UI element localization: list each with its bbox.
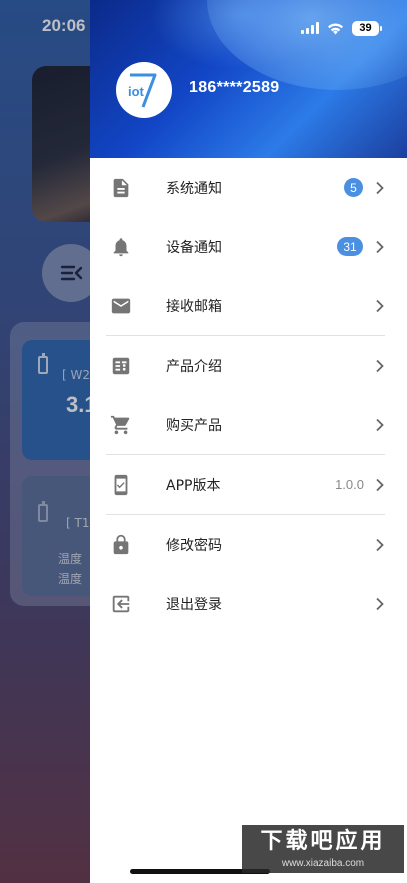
- wifi-icon: [328, 22, 343, 34]
- chevron-right-icon: [376, 299, 384, 312]
- app-version-value: 1.0.0: [335, 477, 364, 492]
- menu-item-label: 接收邮箱: [166, 298, 222, 315]
- menu-item-receive-email[interactable]: 接收邮箱: [106, 276, 387, 335]
- menu-item-buy-product[interactable]: 购买产品: [106, 395, 387, 454]
- unread-badge: 31: [337, 237, 363, 256]
- chevron-right-icon: [376, 181, 384, 194]
- watermark: 下载吧应用 www.xiazaiba.com: [242, 825, 404, 873]
- cart-icon: [108, 412, 134, 438]
- menu-item-label: 设备通知: [166, 239, 222, 256]
- drawer-menu: 系统通知 5 设备通知 31 接收邮箱 产品介绍 购买产品 APP版本 1.0.…: [90, 158, 407, 633]
- list-icon: [108, 353, 134, 379]
- menu-item-change-password[interactable]: 修改密码: [106, 515, 387, 574]
- menu-item-system-notifications[interactable]: 系统通知 5: [106, 158, 387, 217]
- logout-icon: [108, 591, 134, 617]
- watermark-title: 下载吧应用: [260, 829, 386, 854]
- menu-item-logout[interactable]: 退出登录: [106, 574, 387, 633]
- svg-text:iot: iot: [128, 84, 145, 99]
- menu-item-label: 修改密码: [166, 537, 222, 554]
- menu-item-device-notifications[interactable]: 设备通知 31: [106, 217, 387, 276]
- chevron-right-icon: [376, 597, 384, 610]
- menu-item-label: APP版本: [166, 477, 221, 494]
- menu-item-label: 系统通知: [166, 180, 222, 197]
- menu-item-label: 退出登录: [166, 596, 222, 613]
- menu-item-label: 购买产品: [166, 417, 222, 434]
- watermark-url: www.xiazaiba.com: [281, 858, 365, 869]
- chevron-right-icon: [376, 538, 384, 551]
- phone-check-icon: [108, 472, 134, 498]
- avatar[interactable]: iot: [116, 62, 172, 118]
- menu-item-app-version[interactable]: APP版本 1.0.0: [106, 455, 387, 514]
- status-bar-icons: 39: [301, 18, 382, 38]
- unread-badge: 5: [344, 178, 363, 197]
- lock-icon: [108, 532, 134, 558]
- menu-item-label: 产品介绍: [166, 358, 222, 375]
- iot-logo-icon: iot: [128, 73, 157, 108]
- battery-indicator: 39: [352, 20, 382, 36]
- menu-item-product-intro[interactable]: 产品介绍: [106, 336, 387, 395]
- cellular-signal-icon: [301, 22, 319, 34]
- chevron-right-icon: [376, 418, 384, 431]
- chevron-right-icon: [376, 478, 384, 491]
- notification-icon: [108, 175, 134, 201]
- mail-icon: [108, 293, 134, 319]
- chevron-right-icon: [376, 240, 384, 253]
- user-phone: 186****2589: [189, 79, 280, 96]
- chevron-right-icon: [376, 359, 384, 372]
- navigation-drawer: iot 186****2589 系统通知 5 设备通知 31 接收邮箱 产品介绍…: [90, 0, 407, 883]
- bell-icon: [108, 234, 134, 260]
